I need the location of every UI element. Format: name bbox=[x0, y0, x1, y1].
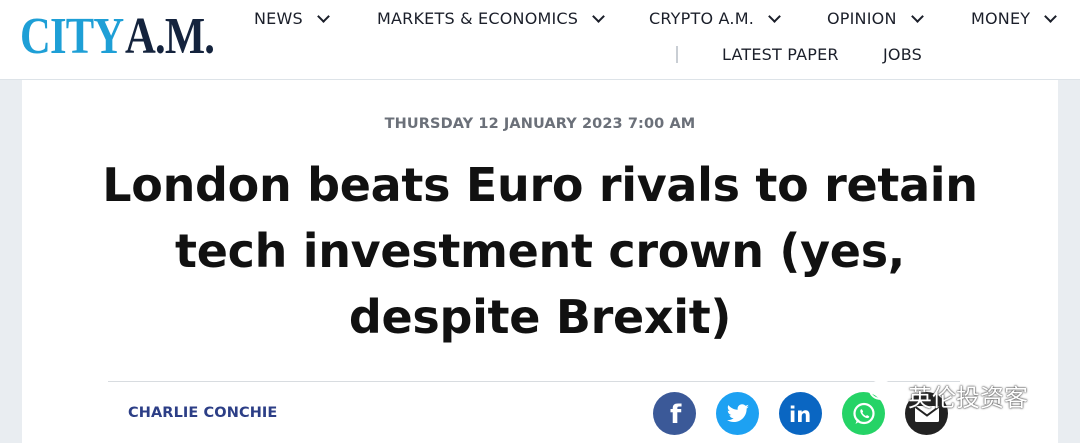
svg-text:in: in bbox=[789, 403, 811, 426]
facebook-icon: f bbox=[666, 401, 684, 427]
share-twitter-button[interactable] bbox=[716, 392, 759, 435]
article-dateline: THURSDAY 12 JANUARY 2023 7:00 AM bbox=[384, 116, 696, 132]
nav-item-label: OPINION bbox=[827, 9, 897, 28]
primary-nav: NEWS MARKETS & ECONOMICS CRYPTO A.M. OPI… bbox=[0, 9, 1080, 31]
nav-item-label: CRYPTO A.M. bbox=[649, 9, 754, 28]
chevron-down-icon[interactable] bbox=[1044, 9, 1058, 23]
nav-item-news[interactable]: NEWS bbox=[254, 9, 330, 28]
nav-item-opinion[interactable]: OPINION bbox=[827, 9, 924, 28]
nav-item-label: LATEST PAPER bbox=[722, 45, 839, 64]
headline-line: despite Brexit) bbox=[348, 290, 732, 344]
secondary-nav: LATEST PAPER JOBS bbox=[0, 45, 1080, 67]
headline-line: tech investment crown (yes, bbox=[175, 224, 905, 278]
headline-line: London beats Euro rivals to retain bbox=[102, 158, 978, 212]
chevron-down-icon[interactable] bbox=[910, 9, 924, 23]
wechat-icon bbox=[868, 379, 902, 413]
site-header: CITY A.M. NEWS MARKETS & ECONOMICS CRYPT… bbox=[0, 0, 1080, 80]
byline-divider bbox=[108, 381, 960, 382]
chevron-down-icon[interactable] bbox=[768, 9, 781, 23]
nav-item-label: JOBS bbox=[883, 45, 922, 64]
nav-item-money[interactable]: MONEY bbox=[971, 9, 1058, 28]
linkedin-icon: in bbox=[788, 402, 814, 426]
nav-item-crypto-am[interactable]: CRYPTO A.M. bbox=[649, 9, 781, 28]
nav-item-jobs[interactable]: JOBS bbox=[883, 45, 922, 64]
nav-item-label: MARKETS & ECONOMICS bbox=[377, 9, 579, 28]
wechat-watermark: 英伦投资客 bbox=[868, 378, 1028, 413]
author-name[interactable]: CHARLIE CONCHIE bbox=[128, 405, 277, 421]
nav-item-markets-economics[interactable]: MARKETS & ECONOMICS bbox=[377, 9, 606, 28]
nav-item-label: MONEY bbox=[971, 9, 1031, 28]
svg-text:f: f bbox=[670, 401, 682, 427]
chevron-down-icon[interactable] bbox=[592, 9, 606, 23]
share-facebook-button[interactable]: f bbox=[653, 392, 696, 435]
share-linkedin-button[interactable]: in bbox=[779, 392, 822, 435]
nav-item-label: NEWS bbox=[254, 9, 303, 28]
chevron-down-icon[interactable] bbox=[316, 9, 330, 23]
watermark-text: 英伦投资客 bbox=[908, 384, 1028, 412]
nav-item-latest-paper[interactable]: LATEST PAPER bbox=[722, 45, 839, 64]
article-headline: London beats Euro rivals to retain tech … bbox=[90, 152, 990, 350]
twitter-icon bbox=[726, 403, 750, 424]
